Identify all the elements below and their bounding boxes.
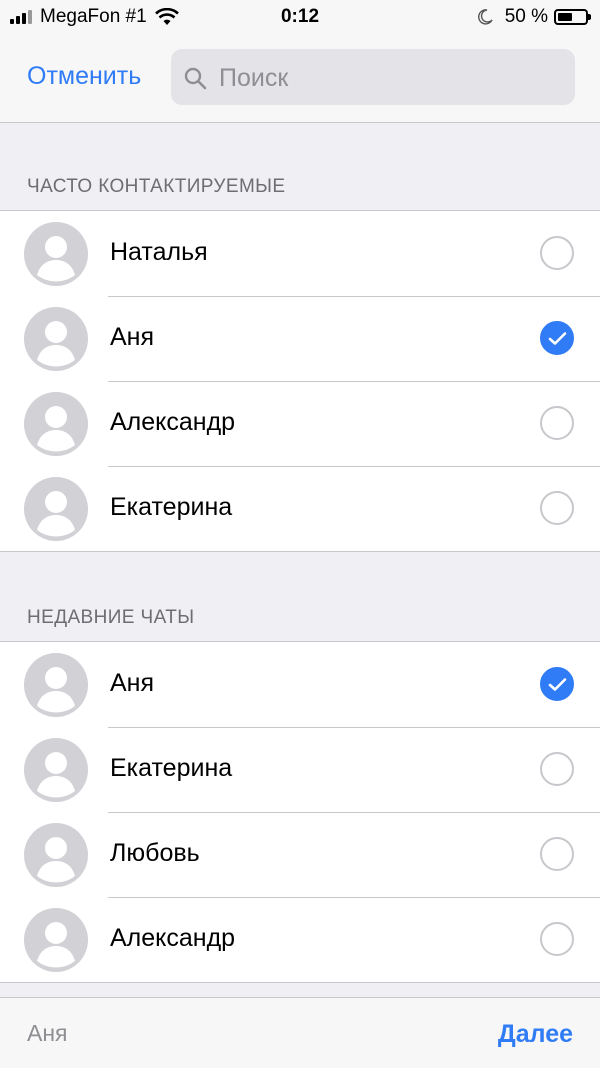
avatar-icon [24, 823, 88, 887]
avatar-icon [24, 222, 88, 286]
selected-summary: Аня [27, 1020, 68, 1046]
checkmark-icon [548, 332, 567, 345]
select-checkbox-checked[interactable] [540, 321, 574, 355]
search-field[interactable] [171, 49, 575, 105]
avatar-icon [24, 738, 88, 802]
contact-row[interactable]: Аня [0, 642, 600, 727]
contact-name: Аня [110, 669, 155, 697]
select-checkbox[interactable] [540, 752, 574, 786]
contact-row[interactable]: Александр [0, 381, 600, 466]
contact-name: Любовь [110, 839, 200, 867]
contact-row[interactable]: Александр [0, 897, 600, 982]
avatar-icon [24, 653, 88, 717]
contact-row[interactable]: Аня [0, 296, 600, 381]
select-checkbox[interactable] [540, 922, 574, 956]
bottom-toolbar: Аня Далее [0, 997, 600, 1068]
battery-icon [554, 9, 591, 25]
contact-name: Александр [110, 924, 236, 952]
avatar-icon [24, 392, 88, 456]
select-checkbox-checked[interactable] [540, 667, 574, 701]
next-button[interactable]: Далее [498, 1020, 573, 1049]
avatar-icon [24, 307, 88, 371]
contact-row[interactable]: Любовь [0, 812, 600, 897]
avatar-icon [24, 908, 88, 972]
search-icon [184, 67, 207, 90]
select-checkbox[interactable] [540, 236, 574, 270]
contact-name: Аня [110, 323, 155, 351]
section-title-recent: НЕДАВНИЕ ЧАТЫ [27, 607, 195, 628]
contact-list-frequent: Наталья Аня Александр Екатерина [0, 210, 600, 552]
section-title-frequent: ЧАСТО КОНТАКТИРУЕМЫЕ [27, 176, 286, 197]
select-checkbox[interactable] [540, 837, 574, 871]
status-bar: MegaFon #1 0:12 50 % [0, 0, 600, 34]
contact-name: Наталья [110, 238, 208, 266]
contact-list-recent: Аня Екатерина Любовь Александр [0, 641, 600, 983]
contact-row[interactable]: Екатерина [0, 466, 600, 551]
cancel-button[interactable]: Отменить [27, 62, 141, 91]
status-right: 50 % [477, 6, 591, 28]
contact-row[interactable]: Екатерина [0, 727, 600, 812]
contact-name: Екатерина [110, 493, 233, 521]
contact-row[interactable]: Наталья [0, 211, 600, 296]
select-checkbox[interactable] [540, 491, 574, 525]
select-checkbox[interactable] [540, 406, 574, 440]
avatar-icon [24, 477, 88, 541]
contact-name: Екатерина [110, 754, 233, 782]
moon-icon [477, 9, 493, 25]
search-input[interactable] [217, 59, 561, 97]
search-header: Отменить [0, 34, 600, 123]
contact-name: Александр [110, 408, 236, 436]
checkmark-icon [548, 678, 567, 691]
battery-percent: 50 % [504, 6, 548, 27]
